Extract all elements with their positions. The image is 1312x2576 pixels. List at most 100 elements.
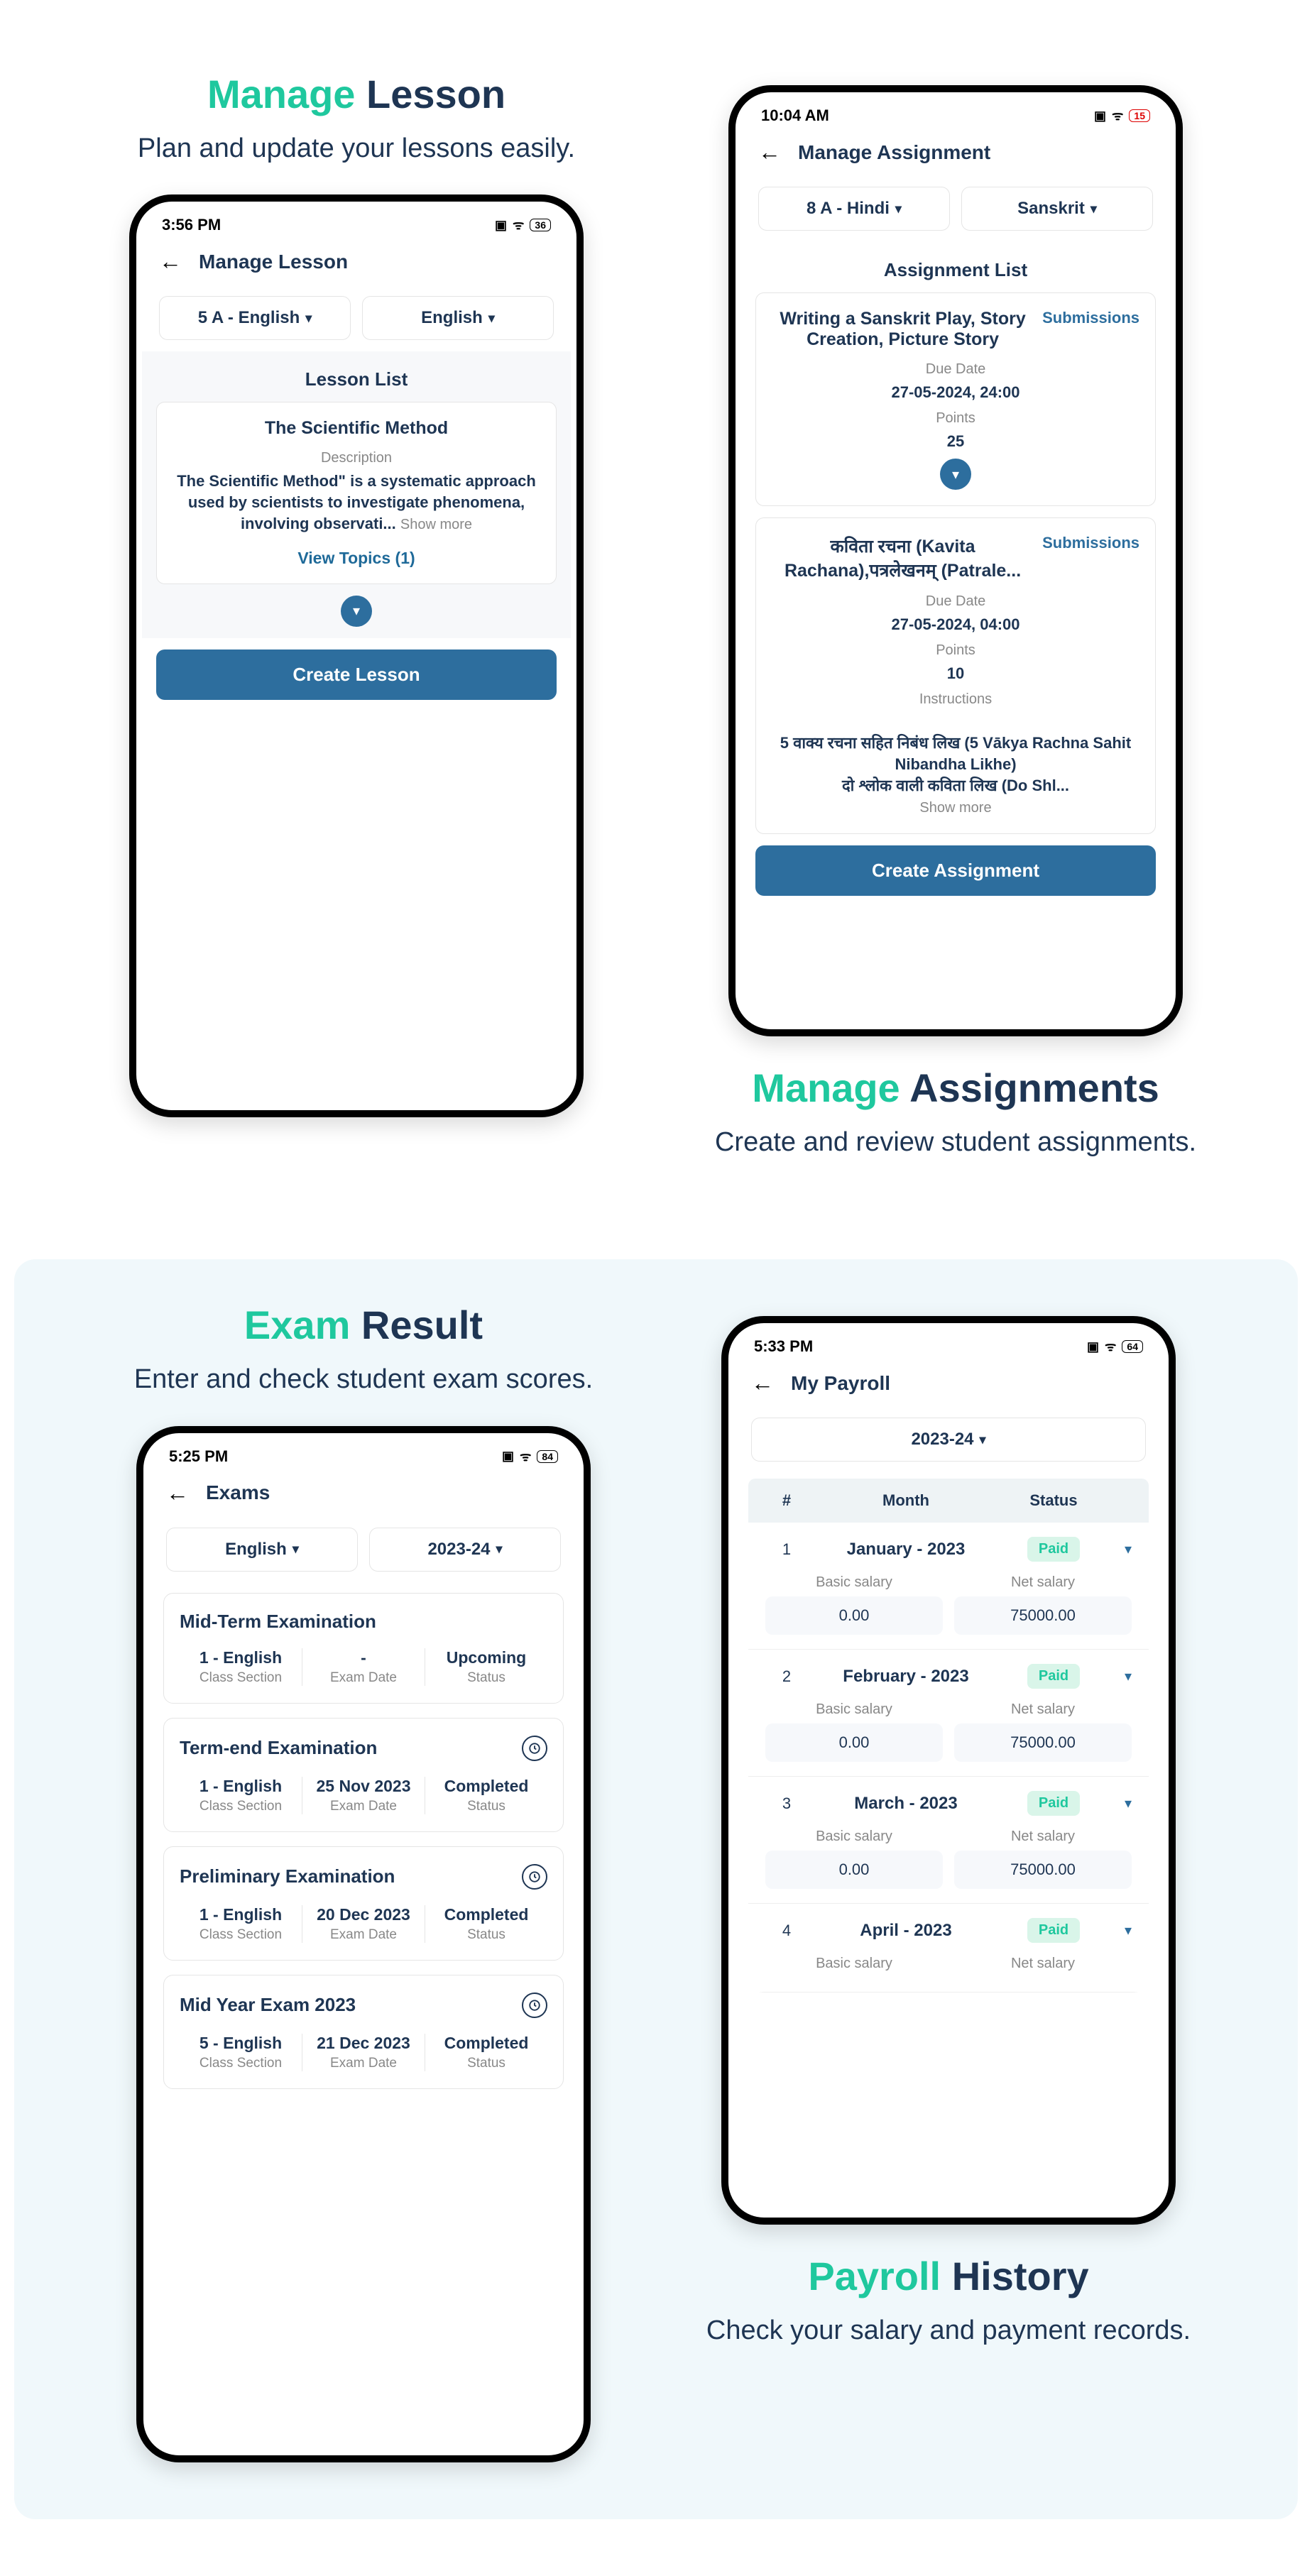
net-salary-label: Net salary xyxy=(954,1574,1132,1591)
payroll-title: Payroll History xyxy=(693,2253,1204,2299)
exam-date-value: 25 Nov 2023 xyxy=(308,1777,419,1796)
basic-salary-value: 0.00 xyxy=(765,1723,943,1762)
submissions-link[interactable]: Submissions xyxy=(1042,534,1139,552)
expand-chevron-icon[interactable]: ▾ xyxy=(1103,1922,1132,1939)
status-time: 5:25 PM xyxy=(169,1447,228,1466)
expand-chevron-icon[interactable]: ▾ xyxy=(1103,1794,1132,1812)
status-icons: ▣ ᯤ 15 xyxy=(1094,107,1150,124)
row-index: 4 xyxy=(765,1922,808,1940)
exam-card[interactable]: Mid Year Exam 2023 5 - English Class Sec… xyxy=(163,1975,564,2089)
subject-filter-label: Sanskrit xyxy=(1017,199,1085,219)
basic-salary-label: Basic salary xyxy=(765,1956,943,1972)
due-date-label: Due Date xyxy=(772,593,1139,610)
assignment-feature: 10:04 AM ▣ ᯤ 15 ← Manage Assignment 8 A … xyxy=(700,71,1211,1188)
app-header: ← My Payroll xyxy=(734,1360,1163,1406)
class-section-value: 5 - English xyxy=(185,2034,296,2053)
back-arrow-icon[interactable]: ← xyxy=(751,1370,774,1396)
row-month: March - 2023 xyxy=(808,1794,1004,1814)
row-index: 1 xyxy=(765,1540,808,1559)
chevron-down-icon: ▾ xyxy=(488,311,495,326)
subject-filter[interactable]: English ▾ xyxy=(362,296,554,340)
chevron-down-icon: ▾ xyxy=(980,1432,986,1447)
class-filter[interactable]: 8 A - Hindi ▾ xyxy=(758,187,950,231)
status-value: Completed xyxy=(431,1777,542,1796)
view-topics-link[interactable]: View Topics (1) xyxy=(173,549,540,568)
submissions-link[interactable]: Submissions xyxy=(1042,309,1139,327)
assignment-title: Writing a Sanskrit Play, Story Creation,… xyxy=(772,309,1034,350)
back-arrow-icon[interactable]: ← xyxy=(166,1480,189,1506)
net-salary-label: Net salary xyxy=(954,1829,1132,1845)
exam-card[interactable]: Preliminary Examination 1 - English Clas… xyxy=(163,1846,564,1961)
subject-filter[interactable]: Sanskrit ▾ xyxy=(961,187,1153,231)
exam-date-value: 20 Dec 2023 xyxy=(308,1905,419,1924)
exam-name: Mid Year Exam 2023 xyxy=(180,1994,356,2016)
class-section-value: 1 - English xyxy=(185,1777,296,1796)
back-arrow-icon[interactable]: ← xyxy=(758,139,781,165)
show-more-link[interactable]: Show more xyxy=(400,517,472,532)
basic-salary-label: Basic salary xyxy=(765,1701,943,1718)
status-bar: 3:56 PM ▣ ᯤ 36 xyxy=(142,207,571,239)
expand-button[interactable]: ▾ xyxy=(940,459,971,490)
instructions-text: 5 वाक्य रचना सहित निबंध लिख (5 Vākya Rac… xyxy=(772,712,1139,818)
language-filter[interactable]: English ▾ xyxy=(166,1528,358,1572)
lesson-subtitle: Plan and update your lessons easily. xyxy=(101,131,612,166)
net-salary-value: 75000.00 xyxy=(954,1723,1132,1762)
class-filter-label: 5 A - English xyxy=(198,308,300,328)
camera-icon: ▣ xyxy=(495,218,507,233)
paid-badge: Paid xyxy=(1027,1537,1080,1562)
exam-title: Exam Result xyxy=(108,1302,619,1348)
net-salary-label: Net salary xyxy=(954,1701,1132,1718)
camera-icon: ▣ xyxy=(1087,1339,1099,1354)
year-filter[interactable]: 2023-24 ▾ xyxy=(369,1528,561,1572)
exam-list: Mid-Term Examination 1 - English Class S… xyxy=(149,1593,578,2109)
exam-feature: Exam Result Enter and check student exam… xyxy=(108,1302,619,2476)
lesson-list-label: Lesson List xyxy=(142,351,571,402)
expand-chevron-icon[interactable]: ▾ xyxy=(1103,1667,1132,1685)
points-label: Points xyxy=(772,410,1139,427)
create-assignment-button[interactable]: Create Assignment xyxy=(755,845,1156,896)
class-section-label: Class Section xyxy=(185,1670,296,1686)
exam-subtitle: Enter and check student exam scores. xyxy=(108,1362,619,1397)
back-arrow-icon[interactable]: ← xyxy=(159,248,182,275)
status-label: Status xyxy=(431,2056,542,2071)
due-date-label: Due Date xyxy=(772,361,1139,378)
create-lesson-button[interactable]: Create Lesson xyxy=(156,650,557,700)
exam-phone: 5:25 PM ▣ ᯤ 84 ← Exams English ▾ xyxy=(136,1426,591,2462)
page-title: Exams xyxy=(206,1481,270,1504)
show-more-link[interactable]: Show more xyxy=(919,800,991,816)
year-filter[interactable]: 2023-24 ▾ xyxy=(751,1418,1146,1462)
net-salary-value: 75000.00 xyxy=(954,1596,1132,1635)
points-label: Points xyxy=(772,642,1139,659)
app-header: ← Manage Assignment xyxy=(741,129,1170,175)
status-icons: ▣ ᯤ 36 xyxy=(495,217,551,234)
payroll-row: 4 April - 2023 Paid ▾ Basic salary Net s… xyxy=(748,1904,1149,1993)
app-header: ← Exams xyxy=(149,1470,578,1516)
class-filter-label: 8 A - Hindi xyxy=(807,199,890,219)
wifi-icon: ᯤ xyxy=(1105,1338,1116,1355)
chevron-down-icon: ▾ xyxy=(496,1542,503,1557)
expand-chevron-icon[interactable]: ▾ xyxy=(1103,1540,1132,1558)
assignment-title: Manage Assignments xyxy=(700,1065,1211,1111)
lesson-phone: 3:56 PM ▣ ᯤ 36 ← Manage Lesson 5 A - Eng… xyxy=(129,194,584,1117)
class-section-label: Class Section xyxy=(185,1927,296,1943)
row-index: 3 xyxy=(765,1794,808,1813)
lesson-item-title: The Scientific Method xyxy=(173,418,540,439)
status-time: 10:04 AM xyxy=(761,106,829,125)
chevron-down-icon: ▾ xyxy=(293,1542,299,1557)
page-title: Manage Assignment xyxy=(798,141,990,164)
paid-badge: Paid xyxy=(1027,1918,1080,1943)
expand-button[interactable]: ▾ xyxy=(341,596,372,627)
exam-date-value: - xyxy=(308,1648,419,1667)
due-date-value: 27-05-2024, 24:00 xyxy=(772,382,1139,403)
exam-card[interactable]: Term-end Examination 1 - English Class S… xyxy=(163,1718,564,1832)
clock-icon xyxy=(522,1993,547,2018)
status-value: Completed xyxy=(431,1905,542,1924)
assignment-phone: 10:04 AM ▣ ᯤ 15 ← Manage Assignment 8 A … xyxy=(728,85,1183,1036)
description-text: The Scientific Method" is a systematic a… xyxy=(173,471,540,534)
exam-card[interactable]: Mid-Term Examination 1 - English Class S… xyxy=(163,1593,564,1704)
exam-name: Mid-Term Examination xyxy=(180,1611,376,1633)
class-filter[interactable]: 5 A - English ▾ xyxy=(159,296,351,340)
camera-icon: ▣ xyxy=(1094,109,1106,124)
lesson-card: The Scientific Method Description The Sc… xyxy=(156,402,557,583)
assignment-list-label: Assignment List xyxy=(741,242,1170,292)
